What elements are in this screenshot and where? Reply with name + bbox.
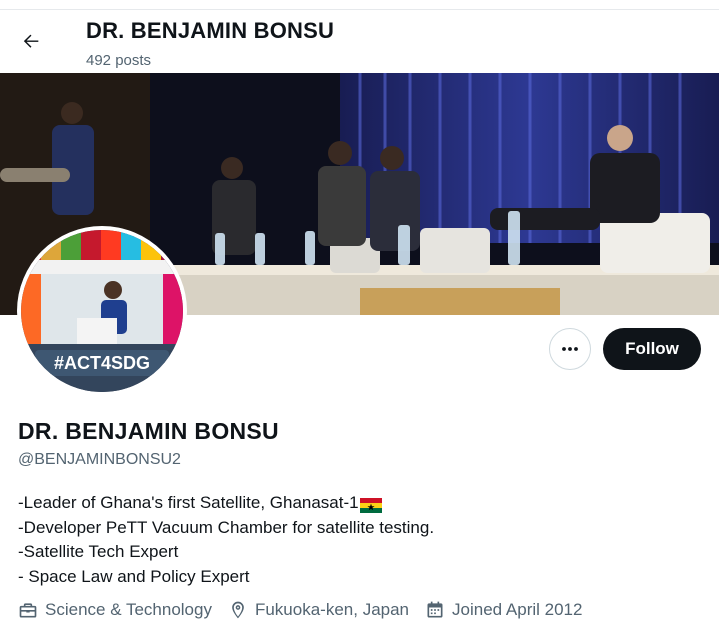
profile-handle: @BENJAMINBONSU2 <box>18 451 181 468</box>
bio-text: -Leader of Ghana's first Satellite, Ghan… <box>18 493 359 512</box>
calendar-icon <box>427 601 443 618</box>
profile-header: DR. BENJAMIN BONSU 492 posts <box>0 10 719 72</box>
avatar[interactable]: #ACT4SDG <box>17 226 187 396</box>
profile-meta: Science & Technology Fukuoka-ken, Japan … <box>18 600 598 620</box>
profile-bio: -Leader of Ghana's first Satellite, Ghan… <box>18 491 698 589</box>
post-count: 492 posts <box>86 52 152 69</box>
location-item: Fukuoka-ken, Japan <box>228 600 409 620</box>
bio-line: -Satellite Tech Expert <box>18 542 179 561</box>
more-button[interactable] <box>549 328 591 370</box>
bio-line: -Leader of Ghana's first Satellite, Ghan… <box>18 491 698 516</box>
back-button[interactable] <box>12 22 50 60</box>
bio-line: - Space Law and Policy Expert <box>18 566 250 586</box>
follow-button[interactable]: Follow <box>603 328 701 370</box>
more-icon <box>562 347 578 351</box>
avatar-hashtag: #ACT4SDG <box>54 353 150 373</box>
location-text: Fukuoka-ken, Japan <box>254 600 410 619</box>
header-title: DR. BENJAMIN BONSU <box>86 18 335 43</box>
briefcase-icon <box>19 603 37 618</box>
profile-name: DR. BENJAMIN BONSU <box>18 418 279 444</box>
bio-line: -Developer PeTT Vacuum Chamber for satel… <box>18 517 435 537</box>
arrow-left-icon <box>23 34 39 48</box>
avatar-image: #ACT4SDG <box>21 230 183 392</box>
joined-text: Joined April 2012 <box>452 600 583 619</box>
ghana-flag-icon <box>359 496 382 513</box>
category-text: Science & Technology <box>45 600 212 619</box>
category-item: Science & Technology <box>18 600 212 620</box>
location-pin-icon <box>232 601 244 619</box>
joined-item: Joined April 2012 <box>425 600 582 620</box>
top-divider <box>0 0 719 10</box>
